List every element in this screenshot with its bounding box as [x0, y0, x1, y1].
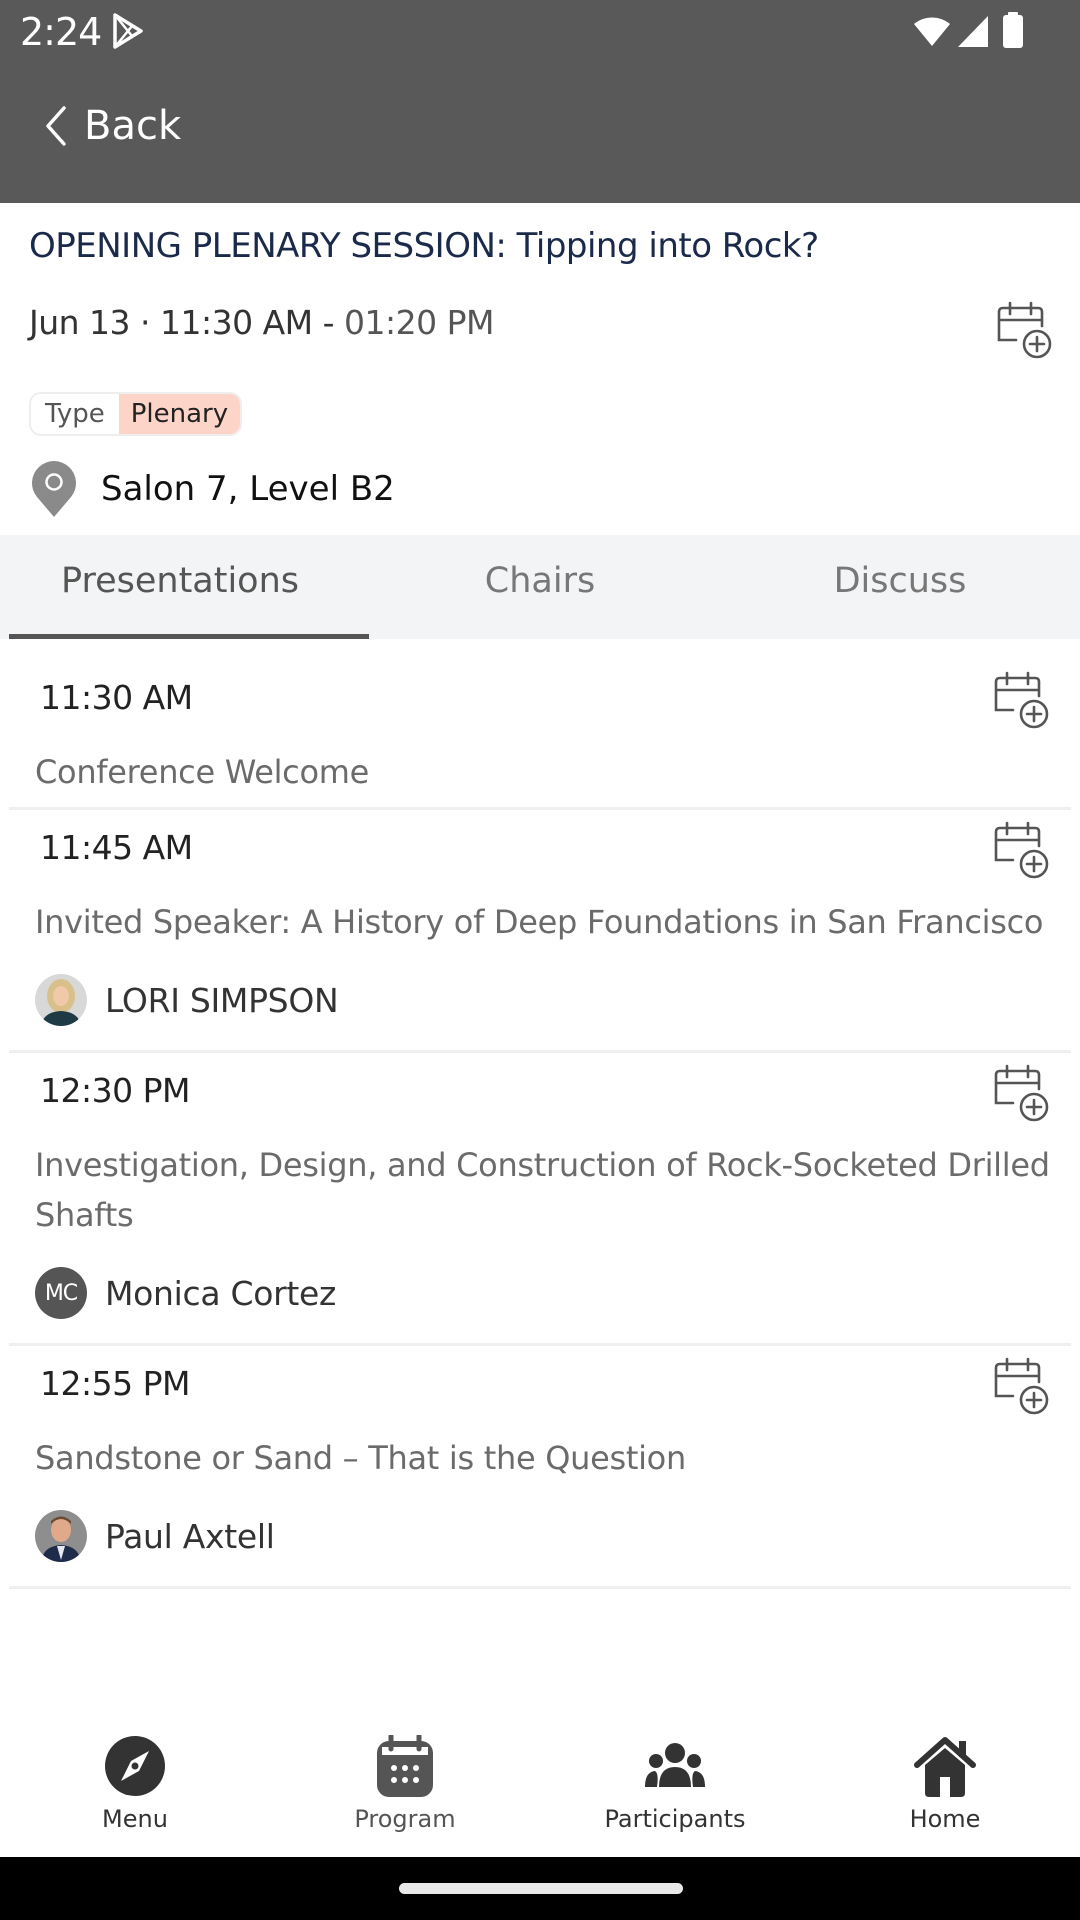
calendar-add-icon	[994, 1064, 1049, 1122]
nav-label: Participants	[604, 1805, 746, 1833]
status-icons	[880, 12, 1080, 52]
compass-icon	[105, 1736, 165, 1796]
nav-participants[interactable]: Participants	[540, 1735, 810, 1857]
calendar-add-icon	[997, 301, 1052, 359]
active-tab-indicator	[9, 634, 369, 639]
calendar-add-icon	[994, 1357, 1049, 1415]
tab-chairs[interactable]: Chairs	[360, 535, 720, 639]
presentation-title: Conference Welcome	[35, 753, 370, 791]
presentation-title: Sandstone or Sand – That is the Question	[35, 1439, 686, 1477]
nav-label: Home	[909, 1805, 981, 1833]
add-to-calendar-button[interactable]	[991, 1063, 1051, 1123]
calendar-add-icon	[994, 671, 1049, 729]
session-tabs: Presentations Chairs Discuss	[0, 535, 1080, 639]
speaker[interactable]: LORI SIMPSON	[35, 974, 339, 1026]
session-datetime: Jun 13 · 11:30 AM - 01:20 PM	[29, 303, 495, 342]
map-pin-icon	[32, 461, 76, 517]
app-header: 2:24 Back	[0, 0, 1080, 203]
presentation-time: 12:55 PM	[40, 1364, 190, 1403]
avatar	[35, 1510, 87, 1562]
list-item[interactable]: 12:30 PM Investigation, Design, and Cons…	[9, 1053, 1071, 1346]
presentation-title: Investigation, Design, and Construction …	[35, 1146, 1050, 1234]
bottom-navigation: Menu Program Participants Home	[0, 1735, 1080, 1857]
battery-icon	[1003, 12, 1023, 48]
speaker-photo	[35, 974, 87, 1026]
presentation-title: Invited Speaker: A History of Deep Found…	[35, 903, 1044, 941]
people-icon	[645, 1743, 705, 1787]
nav-menu[interactable]: Menu	[0, 1735, 270, 1857]
session-title: OPENING PLENARY SESSION: Tipping into Ro…	[29, 226, 819, 266]
speaker-name: Paul Axtell	[105, 1516, 275, 1556]
presentation-time: 11:30 AM	[40, 678, 193, 717]
session-end-time: 01:20 PM	[334, 303, 495, 342]
session-date-start: Jun 13 · 11:30 AM -	[29, 303, 335, 342]
session-location: Salon 7, Level B2	[29, 460, 395, 518]
list-item[interactable]: 12:55 PM Sandstone or Sand – That is the…	[9, 1346, 1071, 1589]
calendar-icon	[377, 1735, 433, 1797]
nav-label: Program	[354, 1805, 456, 1833]
add-to-calendar-button[interactable]	[991, 1356, 1051, 1416]
home-gesture-handle[interactable]	[399, 1883, 683, 1894]
system-navigation-bar	[0, 1857, 1080, 1920]
play-store-icon	[113, 13, 143, 49]
speaker[interactable]: MC Monica Cortez	[35, 1267, 336, 1319]
add-to-calendar-button[interactable]	[991, 820, 1051, 880]
speaker-name: LORI SIMPSON	[105, 980, 339, 1020]
type-value: Plenary	[118, 394, 241, 434]
signal-icon	[958, 16, 988, 47]
nav-label: Menu	[102, 1805, 168, 1833]
presentations-list: 11:30 AM Conference Welcome 11:45 AM Inv…	[9, 640, 1071, 1589]
nav-program[interactable]: Program	[270, 1735, 540, 1857]
presentation-time: 12:30 PM	[40, 1071, 190, 1110]
add-to-calendar-button[interactable]	[991, 670, 1051, 730]
add-session-to-calendar-button[interactable]	[994, 300, 1054, 360]
back-button[interactable]: Back	[44, 100, 181, 152]
calendar-add-icon	[994, 821, 1049, 879]
type-key: Type	[31, 394, 119, 434]
avatar	[35, 974, 87, 1026]
speaker-photo	[35, 1510, 87, 1562]
speaker-name: Monica Cortez	[105, 1273, 337, 1313]
status-time: 2:24	[20, 10, 102, 54]
chevron-left-icon	[46, 106, 66, 146]
back-label: Back	[84, 103, 182, 149]
tab-presentations[interactable]: Presentations	[0, 535, 360, 639]
speaker[interactable]: Paul Axtell	[35, 1510, 275, 1562]
avatar: MC	[35, 1267, 87, 1319]
nav-home[interactable]: Home	[810, 1735, 1080, 1857]
home-icon	[914, 1737, 976, 1797]
wifi-icon	[914, 17, 950, 46]
presentation-time: 11:45 AM	[40, 828, 193, 867]
location-text: Salon 7, Level B2	[101, 469, 395, 509]
tab-discuss[interactable]: Discuss	[720, 535, 1080, 639]
list-item[interactable]: 11:30 AM Conference Welcome	[9, 640, 1071, 810]
session-type-badge: Type Plenary	[29, 392, 243, 436]
list-item[interactable]: 11:45 AM Invited Speaker: A History of D…	[9, 810, 1071, 1053]
